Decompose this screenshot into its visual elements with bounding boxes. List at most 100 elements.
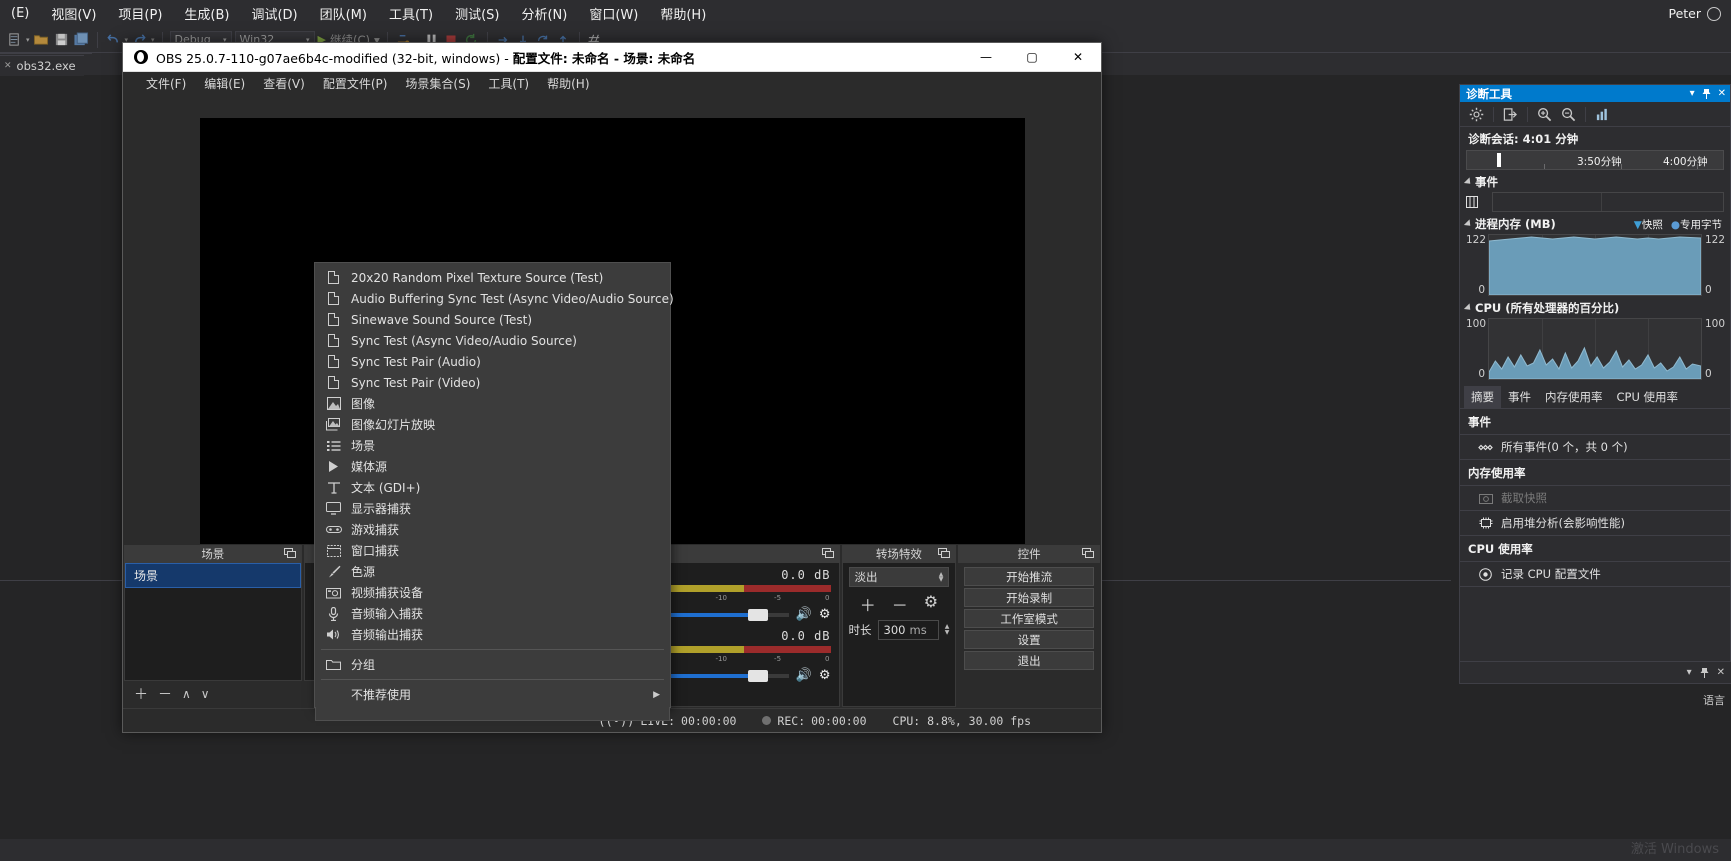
ctx-item-sync-test-pair-video[interactable]: Sync Test Pair (Video) [315,372,670,393]
vs-menu-help[interactable]: 帮助(H) [649,0,717,27]
ctx-item-audio-output-capture[interactable]: 音频输出捕获 [315,624,670,645]
audio-settings-gear-icon-2[interactable]: ⚙ [819,668,831,683]
undo-icon[interactable] [105,31,122,48]
summary-row-take-snapshot[interactable]: 截取快照 [1460,486,1730,511]
vs-menu-tools[interactable]: 工具(T) [378,0,444,27]
ctx-item-random-pixel-texture[interactable]: 20x20 Random Pixel Texture Source (Test) [315,267,670,288]
new-file-dropdown-icon[interactable]: ▾ [26,36,30,44]
close-button[interactable]: ✕ [1055,43,1101,71]
bottom-pin-icon[interactable] [1700,667,1709,678]
vs-menu-build[interactable]: 生成(B) [173,0,240,27]
duration-spinner-icon[interactable]: ▲ ▼ [945,624,950,636]
ctx-item-image[interactable]: 图像 [315,393,670,414]
tab-events[interactable]: 事件 [1501,386,1538,408]
move-scene-down-icon[interactable]: ∨ [201,687,210,701]
minimize-button[interactable]: — [963,43,1009,71]
tab-memory-usage[interactable]: 内存使用率 [1538,386,1610,408]
transition-select[interactable]: 淡出 ▲ ▼ [848,567,950,587]
vs-menu-analyze[interactable]: 分析(N) [510,0,578,27]
summary-row-record-cpu-profile[interactable]: 记录 CPU 配置文件 [1460,562,1730,587]
tab-summary[interactable]: 摘要 [1464,386,1501,408]
obs-titlebar[interactable]: OBS 25.0.7-110-g07ae6b4c-modified (32-bi… [123,43,1101,72]
open-folder-icon[interactable] [33,31,50,48]
vs-left-document-tab[interactable]: ✕ obs32.exe [0,55,84,76]
transition-spinner-icon[interactable]: ▲ ▼ [939,572,944,583]
cpu-graph[interactable] [1488,318,1702,380]
float-dock-icon-transitions[interactable] [938,548,951,559]
summary-row-enable-heap-profiling[interactable]: 启用堆分析(会影响性能) [1460,511,1730,536]
new-file-icon[interactable] [6,31,23,48]
zoom-out-icon[interactable] [1559,105,1578,124]
ctx-item-sync-test-pair-audio[interactable]: Sync Test Pair (Audio) [315,351,670,372]
timeline-marker[interactable] [1497,153,1501,167]
add-scene-icon[interactable]: ＋ [134,684,148,704]
ctx-item-image-slideshow[interactable]: 图像幻灯片放映 [315,414,670,435]
float-dock-icon-mixer[interactable] [821,548,834,559]
move-scene-up-icon[interactable]: ∧ [182,687,191,701]
add-transition-icon[interactable]: ＋ [860,592,876,616]
diagnostic-timeline[interactable]: 3:50分钟 4:00分钟 [1466,150,1724,170]
remove-transition-icon[interactable]: － [892,592,908,616]
ctx-item-text-gdi[interactable]: 文本 (GDI+) [315,477,670,498]
tab-cpu-usage[interactable]: CPU 使用率 [1610,386,1686,408]
ctx-item-sync-test[interactable]: Sync Test (Async Video/Audio Source) [315,330,670,351]
save-all-icon[interactable] [73,31,90,48]
duration-input[interactable]: 300 ms [877,620,939,640]
audio-settings-gear-icon[interactable]: ⚙ [819,607,831,622]
zoom-in-icon[interactable] [1535,105,1554,124]
obs-menu-file[interactable]: 文件(F) [137,72,195,95]
process-memory-section-title[interactable]: 进程内存 (MB) ▼快照 ●专用字节 [1460,212,1730,234]
ctx-item-color-source[interactable]: 色源 [315,561,670,582]
ctx-item-media-source[interactable]: 媒体源 [315,456,670,477]
events-track[interactable] [1492,192,1724,212]
vs-menu-debug[interactable]: 调试(D) [240,0,308,27]
obs-menu-help[interactable]: 帮助(H) [538,72,598,95]
bottom-menu-icon[interactable]: ▾ [1687,667,1692,678]
studio-mode-button[interactable]: 工作室模式 [964,609,1095,628]
memory-graph[interactable] [1488,234,1702,296]
ctx-item-deprecated[interactable]: 不推荐使用 ▶ [315,684,670,705]
ctx-item-sinewave-sound-source[interactable]: Sinewave Sound Source (Test) [315,309,670,330]
vs-user-account[interactable]: Peter [1668,6,1731,21]
transition-properties-gear-icon[interactable]: ⚙ [924,592,938,616]
scene-list-item[interactable]: 场景 [125,563,301,588]
save-icon[interactable] [53,31,70,48]
ctx-item-audio-input-capture[interactable]: 音频输入捕获 [315,603,670,624]
panel-menu-icon[interactable]: ▾ [1690,88,1695,99]
obs-menu-view[interactable]: 查看(V) [254,72,314,95]
ctx-item-window-capture[interactable]: 窗口捕获 [315,540,670,561]
close-left-tab-icon[interactable]: ✕ [4,61,12,71]
bottom-close-icon[interactable]: ✕ [1717,667,1725,678]
pin-icon[interactable] [1702,88,1711,99]
mute-icon[interactable]: 🔊 [796,607,812,622]
settings-button[interactable]: 设置 [964,630,1095,649]
obs-menu-edit[interactable]: 编辑(E) [195,72,254,95]
expand-triangle-icon-cpu[interactable] [1463,303,1474,313]
ctx-item-group[interactable]: 分组 [315,654,670,675]
start-streaming-button[interactable]: 开始推流 [964,567,1095,586]
ctx-item-video-capture-device[interactable]: 视频捕获设备 [315,582,670,603]
context-menu-scroll-area[interactable] [315,707,670,721]
vs-menu-window[interactable]: 窗口(W) [578,0,649,27]
obs-menu-profile[interactable]: 配置文件(P) [314,72,397,95]
vs-menu-view[interactable]: 视图(V) [40,0,107,27]
maximize-button[interactable]: ▢ [1009,43,1055,71]
header-drag-area[interactable] [1512,85,1690,102]
obs-menu-scene-collection[interactable]: 场景集合(S) [396,72,479,95]
start-recording-button[interactable]: 开始录制 [964,588,1095,607]
ctx-item-audio-buffering-sync-test[interactable]: Audio Buffering Sync Test (Async Video/A… [315,288,674,309]
export-icon[interactable] [1501,105,1520,124]
events-section-title[interactable]: 事件 [1460,170,1730,192]
vs-menu-edit[interactable]: (E) [0,2,40,25]
cpu-section-title[interactable]: CPU (所有处理器的百分比) [1460,296,1730,318]
vs-menu-project[interactable]: 项目(P) [107,0,173,27]
ctx-item-display-capture[interactable]: 显示器捕获 [315,498,670,519]
expand-triangle-icon-memory[interactable] [1463,219,1474,229]
float-dock-icon[interactable] [283,548,296,559]
remove-scene-icon[interactable]: － [158,684,172,704]
dock-scenes-list[interactable]: 场景 [124,563,302,681]
summary-row-all-events[interactable]: 所有事件(0 个，共 0 个) [1460,435,1730,460]
ctx-item-game-capture[interactable]: 游戏捕获 [315,519,670,540]
close-icon[interactable]: ✕ [1718,88,1726,99]
vs-menu-team[interactable]: 团队(M) [309,0,378,27]
